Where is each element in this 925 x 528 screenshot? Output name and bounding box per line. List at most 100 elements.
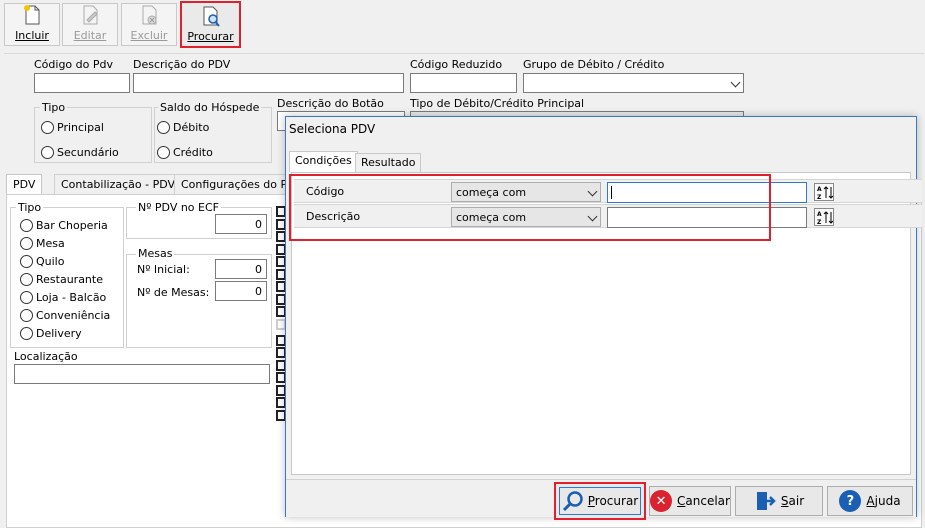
tipo-option-text: Delivery bbox=[36, 327, 82, 340]
cancel-icon: ✕ bbox=[650, 490, 673, 512]
saldo-label: Saldo do Hóspede bbox=[158, 101, 262, 114]
toolbar: Incluir Editar Excluir Procurar bbox=[0, 0, 925, 48]
saldo-debito-text: Débito bbox=[173, 121, 210, 134]
chevron-down-icon bbox=[730, 77, 741, 88]
sort-az-glyph: A Z bbox=[817, 211, 834, 226]
sort-az-icon[interactable]: A Z bbox=[814, 208, 834, 226]
tab-condicoes[interactable]: Condições bbox=[289, 151, 358, 172]
ajuda-button[interactable]: ? Ajuda bbox=[827, 486, 913, 516]
radio-circle bbox=[20, 327, 33, 340]
delete-document-icon bbox=[142, 5, 157, 25]
num-mesas-label: Nº de Mesas: bbox=[137, 286, 210, 299]
inicial-label: Nº Inicial: bbox=[137, 263, 190, 276]
tab-configuracoes[interactable]: Configurações do PD bbox=[174, 174, 286, 194]
tipo-option-text: Loja - Balcão bbox=[36, 291, 107, 304]
cancelar-button[interactable]: ✕ Cancelar bbox=[649, 486, 731, 516]
pdv-tipo-label: Tipo bbox=[16, 201, 44, 214]
saldo-credito-text: Crédito bbox=[173, 146, 213, 159]
tab-resultado[interactable]: Resultado bbox=[355, 153, 422, 172]
exit-door-icon bbox=[756, 492, 776, 510]
tab-condicoes-label: Condições bbox=[295, 154, 352, 167]
localizacao-label: Localização bbox=[14, 350, 78, 363]
grupo-label: Grupo de Débito / Crédito bbox=[523, 58, 665, 71]
cancelar-button-label: Cancelar bbox=[677, 494, 730, 508]
radio-circle bbox=[20, 219, 33, 232]
help-icon: ? bbox=[839, 490, 862, 512]
saldo-debito-radio[interactable]: Débito bbox=[157, 121, 209, 134]
mesas-label: Mesas bbox=[136, 247, 175, 260]
svg-text:Z: Z bbox=[817, 219, 822, 225]
codigo-pdv-input[interactable] bbox=[34, 73, 130, 93]
tipo-option-radio[interactable]: Bar Choperia bbox=[20, 219, 108, 232]
radio-circle bbox=[20, 309, 33, 322]
radio-circle bbox=[41, 146, 54, 159]
tipo-option-radio[interactable]: Restaurante bbox=[20, 273, 103, 286]
codigo-reduzido-label: Código Reduzido bbox=[410, 58, 503, 71]
tab-pdv-label: PDV bbox=[13, 178, 36, 191]
radio-circle bbox=[20, 273, 33, 286]
tipo-option-radio[interactable]: Conveniência bbox=[20, 309, 110, 322]
codigo-reduzido-input[interactable] bbox=[410, 73, 517, 93]
tipo-option-radio[interactable]: Delivery bbox=[20, 327, 82, 340]
sair-button[interactable]: Sair bbox=[735, 486, 823, 516]
excluir-label: Excluir bbox=[130, 29, 168, 42]
tab-contabilizacao-label: Contabilização - PDV bbox=[61, 178, 176, 191]
radio-circle bbox=[20, 291, 33, 304]
ecf-label: Nº PDV no ECF bbox=[136, 201, 221, 214]
tipo-option-text: Quilo bbox=[36, 255, 65, 268]
tipo-principal-text: Principal bbox=[57, 121, 104, 134]
tab-configuracoes-label: Configurações do PD bbox=[181, 178, 286, 191]
descricao-botao-label: Descrição do Botão bbox=[277, 97, 384, 110]
tab-pdv[interactable]: PDV bbox=[6, 174, 43, 194]
dialog-title: Seleciona PDV bbox=[289, 122, 376, 136]
radio-circle bbox=[157, 146, 170, 159]
tipo-option-text: Restaurante bbox=[36, 273, 103, 286]
tipo-secundario-radio[interactable]: Secundário bbox=[41, 146, 119, 159]
edit-document-icon bbox=[83, 5, 98, 25]
seleciona-pdv-dialog: Seleciona PDV Condições Resultado Código… bbox=[285, 116, 922, 520]
num-mesas-input[interactable] bbox=[215, 281, 267, 301]
tipo-option-radio[interactable]: Quilo bbox=[20, 255, 64, 268]
dialog-button-bar: Procurar ✕ Cancelar Sair ? Ajuda bbox=[286, 479, 916, 520]
tab-resultado-label: Resultado bbox=[361, 156, 416, 169]
tipo-option-text: Mesa bbox=[36, 237, 65, 250]
radio-circle bbox=[20, 237, 33, 250]
sort-az-icon[interactable]: A Z bbox=[814, 183, 834, 201]
radio-circle bbox=[157, 121, 170, 134]
tipo-debito-label: Tipo de Débito/Crédito Principal bbox=[410, 97, 585, 110]
svg-text:Z: Z bbox=[817, 194, 822, 200]
procurar-label: Procurar bbox=[187, 30, 234, 43]
procurar-button[interactable]: Procurar bbox=[554, 482, 646, 520]
descricao-pdv-input[interactable] bbox=[133, 73, 404, 93]
incluir-button[interactable]: Incluir bbox=[4, 3, 60, 46]
inicial-input[interactable] bbox=[215, 259, 267, 279]
excluir-button[interactable]: Excluir bbox=[121, 3, 177, 46]
grupo-select[interactable] bbox=[523, 73, 744, 93]
tipo-option-radio[interactable]: Mesa bbox=[20, 237, 65, 250]
procurar-toolbar-button[interactable]: Procurar bbox=[180, 1, 241, 48]
sair-button-label: Sair bbox=[780, 494, 805, 508]
codigo-pdv-label: Código do Pdv bbox=[34, 58, 113, 71]
ajuda-button-label: Ajuda bbox=[866, 494, 901, 508]
ecf-input[interactable] bbox=[215, 214, 267, 234]
tipo-option-text: Bar Choperia bbox=[36, 219, 108, 232]
editar-button[interactable]: Editar bbox=[62, 3, 118, 46]
saldo-credito-radio[interactable]: Crédito bbox=[157, 146, 213, 159]
conditions-highlight bbox=[289, 174, 771, 241]
radio-circle bbox=[41, 121, 54, 134]
descricao-pdv-label: Descrição do PDV bbox=[133, 58, 231, 71]
localizacao-input[interactable] bbox=[14, 364, 270, 384]
editar-label: Editar bbox=[73, 29, 107, 42]
tipo-principal-radio[interactable]: Principal bbox=[41, 121, 104, 134]
tipo-option-text: Conveniência bbox=[36, 309, 111, 322]
tipo-secundario-text: Secundário bbox=[57, 146, 119, 159]
new-document-icon bbox=[24, 5, 40, 25]
tipo-label: Tipo bbox=[40, 101, 68, 114]
incluir-label: Incluir bbox=[15, 29, 49, 42]
tipo-option-radio[interactable]: Loja - Balcão bbox=[20, 291, 106, 304]
tab-contabilizacao[interactable]: Contabilização - PDV bbox=[54, 174, 183, 194]
svg-text:A: A bbox=[817, 186, 822, 193]
search-document-icon bbox=[203, 6, 220, 27]
svg-text:A: A bbox=[817, 211, 822, 218]
sort-az-glyph: A Z bbox=[817, 186, 834, 201]
